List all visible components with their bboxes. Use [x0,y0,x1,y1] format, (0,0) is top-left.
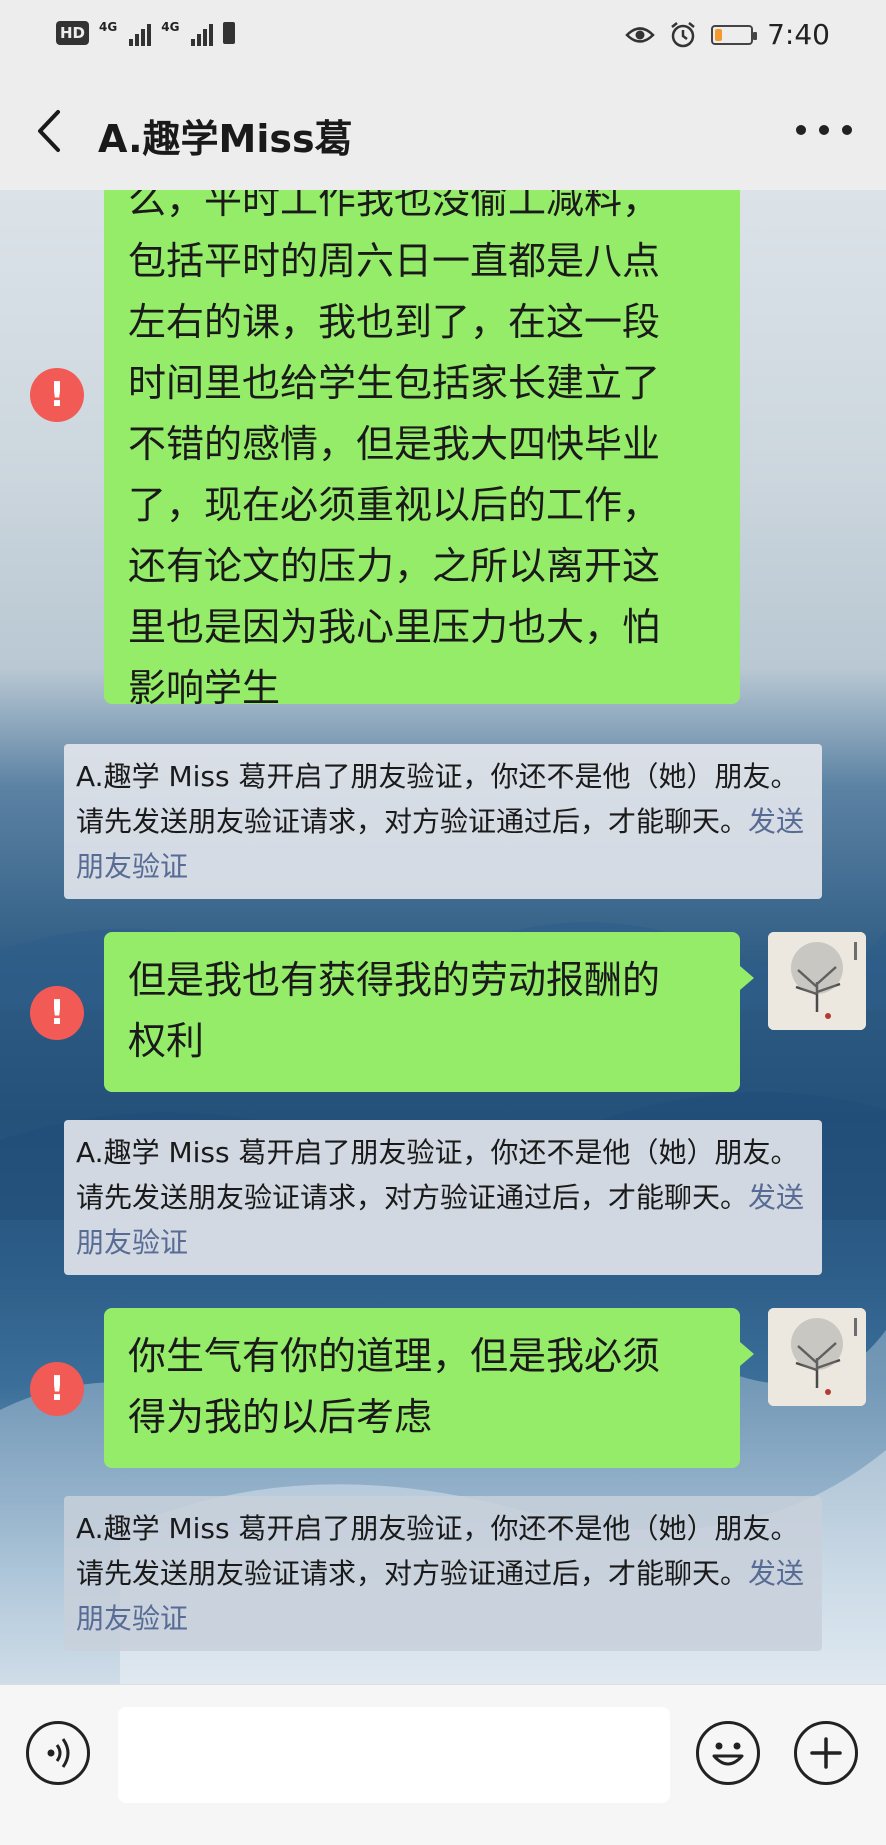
notice-text: A.趣学 Miss 葛开启了朋友验证，你还不是他（她）朋友。请先发送朋友验证请求… [76,1512,799,1590]
status-bar: HD 4G 4G 7:40 [0,0,886,72]
emoji-icon [712,1742,744,1766]
eye-icon [625,26,655,43]
chat-title: A.趣学Miss葛 [98,117,353,161]
status-indicators: HD 4G 4G [56,20,236,46]
network-type-2: 4G [161,20,180,34]
battery-icon [711,24,758,45]
signal-icon [129,20,152,46]
message-text: 么，平时工作我也没偷工减料， 包括平时的周六日一直都是八点 左右的课，我也到了，… [128,190,661,710]
clock: 7:40 [767,18,830,51]
message-input[interactable] [118,1707,670,1803]
network-type-1: 4G [99,20,118,34]
chat-message-list[interactable]: ! 么，平时工作我也没偷工减料， 包括平时的周六日一直都是八点 左右的课，我也到… [0,190,886,1684]
notice-text: A.趣学 Miss 葛开启了朋友验证，你还不是他（她）朋友。请先发送朋友验证请求… [76,760,799,838]
signal-icon [191,20,214,46]
chevron-left-icon [38,110,60,152]
notice-text: A.趣学 Miss 葛开启了朋友验证，你还不是他（她）朋友。请先发送朋友验证请求… [76,1136,799,1214]
more-functions-button[interactable] [794,1721,858,1785]
avatar[interactable] [768,932,866,1030]
send-failed-icon[interactable]: ! [30,368,84,422]
sim-icon [223,22,236,44]
message-text: 你生气有你的道理，但是我必须 得为我的以后考虑 [128,1334,661,1439]
sent-message-bubble[interactable]: 你生气有你的道理，但是我必须 得为我的以后考虑 [104,1308,754,1468]
plus-icon [810,1737,842,1769]
battery-level [715,28,722,41]
voice-button[interactable] [26,1721,90,1785]
status-right: 7:40 [625,18,830,51]
friend-verification-notice: A.趣学 Miss 葛开启了朋友验证，你还不是他（她）朋友。请先发送朋友验证请求… [64,1496,822,1651]
avatar[interactable] [768,1308,866,1406]
chat-header: A.趣学Miss葛 [0,72,886,191]
friend-verification-notice: A.趣学 Miss 葛开启了朋友验证，你还不是他（她）朋友。请先发送朋友验证请求… [64,1120,822,1275]
hd-indicator: HD [56,21,90,45]
input-toolbar [0,1684,886,1845]
send-failed-icon[interactable]: ! [30,1362,84,1416]
message-text: 但是我也有获得我的劳动报酬的 权利 [128,958,661,1063]
emoji-button[interactable] [696,1721,760,1785]
alarm-icon [671,21,695,47]
back-button[interactable] [28,102,78,160]
send-failed-icon[interactable]: ! [30,986,84,1040]
sent-message-bubble[interactable]: 么，平时工作我也没偷工减料， 包括平时的周六日一直都是八点 左右的课，我也到了，… [104,190,740,710]
voice-icon [47,1738,70,1768]
sent-message-bubble[interactable]: 但是我也有获得我的劳动报酬的 权利 [104,932,754,1092]
friend-verification-notice: A.趣学 Miss 葛开启了朋友验证，你还不是他（她）朋友。请先发送朋友验证请求… [64,744,822,899]
tree-avatar-image [768,932,866,1030]
more-button[interactable] [796,110,852,150]
more-horizontal-icon [796,125,806,135]
tree-avatar-image [768,1308,866,1406]
